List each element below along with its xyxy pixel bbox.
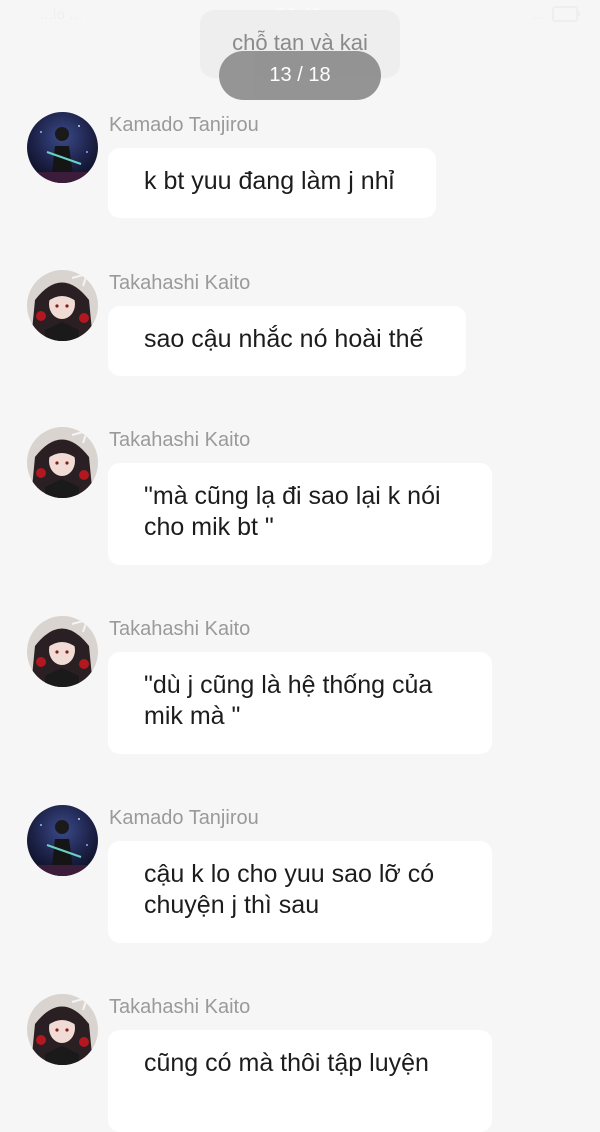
message-text: cũng có mà thôi tập luyện	[144, 1049, 429, 1077]
message-text: k bt yuu đang làm j nhỉ	[144, 167, 395, 195]
status-right-text: ...	[532, 6, 544, 22]
page-indicator: 13 / 18	[219, 51, 381, 100]
message-bubble[interactable]: cũng có mà thôi tập luyện	[108, 1030, 492, 1132]
message-text: "dù j cũng là hệ thống của mik mà "	[144, 671, 433, 730]
sender-name: Kamado Tanjirou	[109, 807, 259, 829]
kaito-avatar[interactable]	[27, 270, 98, 341]
message-text: sao cậu nhắc nó hoài thế	[144, 325, 424, 353]
tanjirou-avatar[interactable]	[27, 112, 98, 183]
sender-name: Takahashi Kaito	[109, 996, 251, 1018]
status-left-text: ...lo ...	[40, 6, 83, 22]
tanjirou-avatar[interactable]	[27, 805, 98, 876]
sender-name: Kamado Tanjirou	[109, 114, 259, 136]
battery-icon	[552, 6, 580, 22]
message-bubble[interactable]: cậu k lo cho yuu sao lỡ có chuyện j thì …	[108, 841, 492, 943]
message-bubble[interactable]: k bt yuu đang làm j nhỉ	[108, 148, 436, 218]
message-text: cậu k lo cho yuu sao lỡ có chuyện j thì …	[144, 860, 435, 919]
status-right: ...	[532, 6, 580, 22]
sender-name: Takahashi Kaito	[109, 272, 251, 294]
kaito-avatar[interactable]	[27, 616, 98, 687]
kaito-avatar[interactable]	[27, 994, 98, 1065]
avatar-image	[27, 805, 98, 876]
kaito-avatar[interactable]	[27, 427, 98, 498]
sender-name: Takahashi Kaito	[109, 618, 251, 640]
message-text: "mà cũng lạ đi sao lại k nói cho mik bt …	[144, 482, 441, 541]
message-bubble[interactable]: "dù j cũng là hệ thống của mik mà "	[108, 652, 492, 754]
avatar-image	[27, 270, 98, 341]
avatar-image	[27, 616, 98, 687]
avatar-image	[27, 427, 98, 498]
sender-name: Takahashi Kaito	[109, 429, 251, 451]
message-bubble[interactable]: sao cậu nhắc nó hoài thế	[108, 306, 466, 376]
avatar-image	[27, 994, 98, 1065]
avatar-image	[27, 112, 98, 183]
message-bubble[interactable]: "mà cũng lạ đi sao lại k nói cho mik bt …	[108, 463, 492, 565]
